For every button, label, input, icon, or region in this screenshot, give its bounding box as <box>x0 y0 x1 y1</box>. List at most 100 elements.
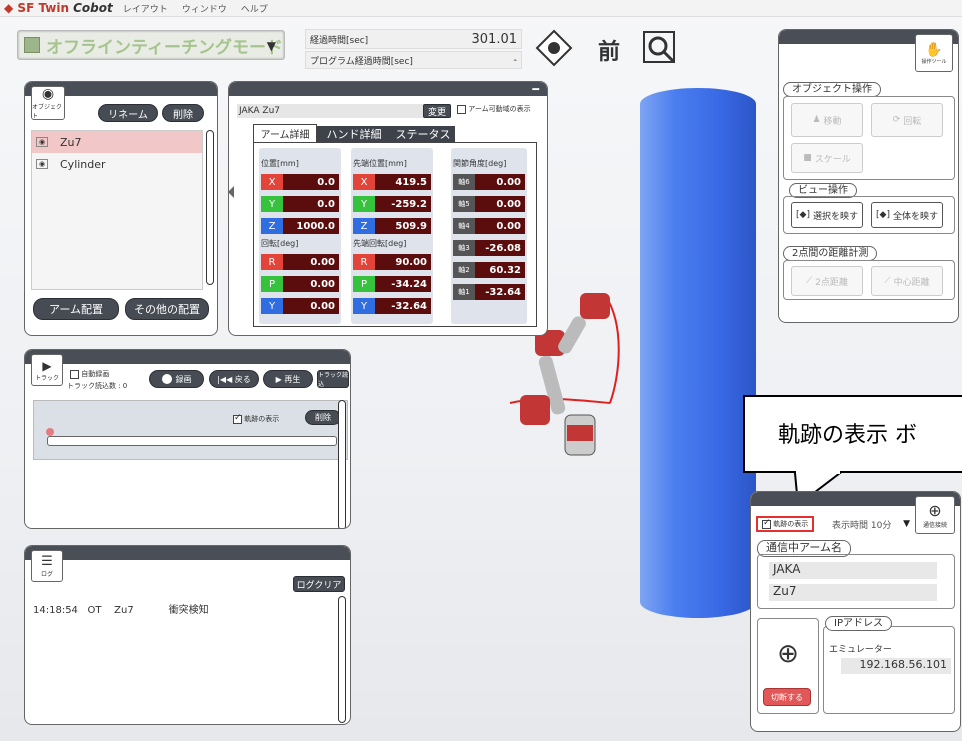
ip-label: IPアドレス <box>825 616 892 631</box>
pos-y: Y 0.0 <box>261 196 339 212</box>
center-measure-icon: ⟋ <box>884 276 891 286</box>
globe-icon: ⊕ <box>928 501 942 520</box>
timeline-area <box>33 400 348 460</box>
pos-x: X 0.0 <box>261 174 339 190</box>
tab-hand-detail[interactable]: ハンド詳細 <box>317 126 391 142</box>
tab-status[interactable]: ステータス <box>391 126 455 142</box>
timeline-slider[interactable] <box>47 436 337 446</box>
joint-6: 軸6 0.00 <box>453 174 525 190</box>
app-logo: ◆ SF Twin Cobot <box>4 1 113 15</box>
object-camera-icon[interactable]: ◉ オブジェクト <box>31 86 65 120</box>
rotation-label: 回転[deg] <box>261 239 299 248</box>
tip-y: Y -259.2 <box>353 196 431 212</box>
list-item[interactable]: ◉ Zu7 <box>32 131 202 153</box>
chevron-down-icon: ▼ <box>266 39 276 53</box>
eye-icon: ◉ <box>36 137 48 147</box>
play-box-icon: ▶ <box>42 358 52 373</box>
rot-r: R 0.00 <box>261 254 339 270</box>
tiprot-p: P -34.24 <box>353 276 431 292</box>
tip-label: 先端位置[mm] <box>353 159 407 168</box>
play-button[interactable]: ▶ 再生 <box>263 370 313 388</box>
tiprot-r: R 90.00 <box>353 254 431 270</box>
disconnect-button[interactable]: 切断する <box>763 688 811 706</box>
show-trajectory-toggle[interactable]: 軌跡の表示 <box>233 413 279 424</box>
track-scrollbar[interactable] <box>338 400 346 528</box>
joint-4: 軸4 0.00 <box>453 218 525 234</box>
arm-detail-panel: ━ JAKA Zu7 変更 アーム可動域の表示 アーム詳細 ハンド詳細 ステータ… <box>228 81 548 336</box>
other-place-button[interactable]: その他の配置 <box>125 298 209 320</box>
rename-button[interactable]: リネーム <box>98 104 158 122</box>
operation-tools-panel: ✋ 操作ツール オブジェクト操作 ♟ 移動 ⟳ 回転 ■ スケール ビュー操作 [… <box>778 29 959 323</box>
tip-x: X 419.5 <box>353 174 431 190</box>
fit-selection-button[interactable]: [◆] 選択を映す <box>791 202 863 228</box>
focus-cube-icon: [◆] <box>796 210 810 220</box>
list-item[interactable]: ◉ Cylinder <box>32 153 202 175</box>
arm-name-1: JAKA <box>769 562 937 579</box>
rotate-icon: ⟳ <box>892 115 901 125</box>
log-scrollbar[interactable] <box>338 596 346 723</box>
move-view-icon[interactable] <box>535 29 573 67</box>
ip-address: 192.168.56.101 <box>841 658 951 674</box>
callout-box: 軌跡の表示 ボ <box>743 395 962 473</box>
joint-3: 軸3 -26.08 <box>453 240 525 256</box>
focus-all-icon: [◆] <box>876 210 890 220</box>
move-icon: ♟ <box>812 115 821 125</box>
connection-button[interactable]: ⊕ 通信接続 <box>915 496 955 534</box>
zoom-fit-icon[interactable] <box>640 28 680 68</box>
object-list: ◉ Zu7 ◉ Cylinder <box>31 130 203 290</box>
rotate-button[interactable]: ⟳ 回転 <box>871 103 943 137</box>
mode-selector[interactable]: オフラインティーチングモード ▼ <box>17 30 285 60</box>
back-button[interactable]: |◀◀ 戻る <box>209 370 259 388</box>
cube-icon: ■ <box>803 153 812 163</box>
joint-label: 関節角度[deg] <box>453 159 507 168</box>
log-clear-button[interactable]: ログクリア <box>293 576 345 592</box>
tab-arm-detail[interactable]: アーム詳細 <box>253 124 317 142</box>
tiprot-y: Y -32.64 <box>353 298 431 314</box>
minimize-icon[interactable]: ━ <box>532 83 539 96</box>
logo-icon: ◆ <box>4 1 14 15</box>
record-button[interactable]: 録画 <box>149 370 204 388</box>
joint-1: 軸1 -32.64 <box>453 284 525 300</box>
display-time-select[interactable]: 表示時間 10分 ▼ <box>829 516 913 532</box>
hand-icon: ✋ <box>925 41 943 58</box>
move-button[interactable]: ♟ 移動 <box>791 103 863 137</box>
distance-label: 2点間の距離計測 <box>783 246 878 261</box>
menu-bar: ◆ SF Twin Cobot レイアウト ウィンドウ ヘルプ <box>0 0 962 17</box>
communication-panel: 軌跡の表示 表示時間 10分▼ ⊕通信接続 通信中アーム名 JAKA Zu7 ⊕… <box>750 491 961 732</box>
track-load-count: トラック読込数 : 0 <box>67 382 128 390</box>
menu-window[interactable]: ウィンドウ <box>182 2 227 15</box>
log-icon-button[interactable]: ☰ ログ <box>31 550 63 582</box>
position-label: 位置[mm] <box>261 159 299 168</box>
arm-place-button[interactable]: アーム配置 <box>33 298 119 320</box>
fit-all-button[interactable]: [◆] 全体を映す <box>871 202 943 228</box>
measure-icon: ⟋ <box>806 276 813 286</box>
trajectory-delete-button[interactable]: 削除 <box>305 410 341 425</box>
rewind-icon: |◀◀ <box>217 374 233 384</box>
change-button[interactable]: 変更 <box>423 104 451 118</box>
tip-rotation-label: 先端回転[deg] <box>353 239 407 248</box>
rot-p: P 0.00 <box>261 276 339 292</box>
document-icon: ☰ <box>41 554 53 569</box>
track-icon-button[interactable]: ▶ トラック <box>31 354 63 386</box>
cylinder-object[interactable] <box>640 88 756 618</box>
menu-layout[interactable]: レイアウト <box>123 2 168 15</box>
arm-name-2: Zu7 <box>769 584 937 601</box>
track-load-button[interactable]: トラック読込 <box>317 370 349 388</box>
joint-2: 軸2 60.32 <box>453 262 525 278</box>
front-view-button[interactable]: 前 <box>592 26 626 66</box>
tip-z: Z 509.9 <box>353 218 431 234</box>
timeline-thumb[interactable] <box>46 428 54 436</box>
object-list-scrollbar[interactable] <box>206 130 214 285</box>
arm-range-toggle[interactable]: アーム可動域の表示 <box>457 104 531 114</box>
comm-show-trajectory-toggle[interactable]: 軌跡の表示 <box>756 516 815 532</box>
menu-help[interactable]: ヘルプ <box>241 2 268 15</box>
program-time: プログラム経過時間[sec] - <box>305 51 522 69</box>
two-point-distance-button[interactable]: ⟋ 2点距離 <box>791 266 863 296</box>
delete-button[interactable]: 削除 <box>162 104 204 122</box>
center-distance-button[interactable]: ⟋ 中心距離 <box>871 266 943 296</box>
scale-button[interactable]: ■ スケール <box>791 143 863 173</box>
auto-record-toggle[interactable]: 自動録画 <box>70 369 109 379</box>
track-panel: ▶ トラック 自動録画 トラック読込数 : 0 録画 |◀◀ 戻る ▶ 再生 トラ… <box>24 349 351 529</box>
operation-tool-button[interactable]: ✋ 操作ツール <box>915 34 953 72</box>
panel-arrow-icon <box>228 186 234 198</box>
